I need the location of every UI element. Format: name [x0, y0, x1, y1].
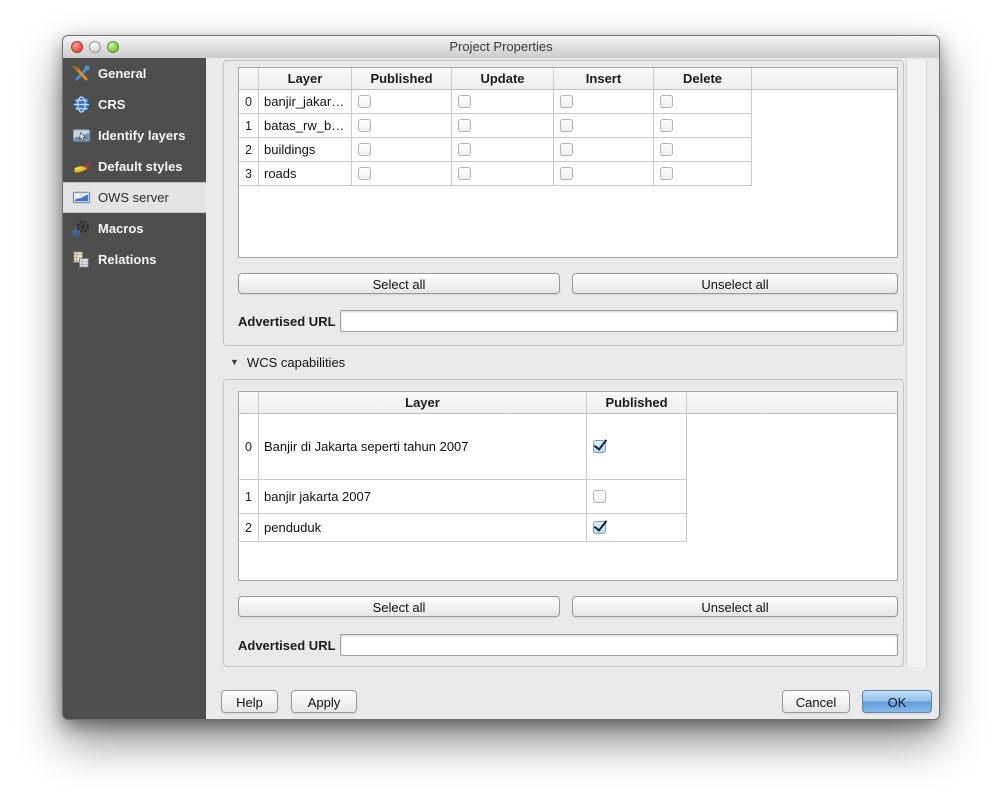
- wfs-advertised-url-label: Advertised URL: [238, 314, 336, 329]
- row-number: 0: [239, 414, 259, 480]
- apply-button[interactable]: Apply: [291, 690, 357, 713]
- crs-icon: [71, 95, 91, 115]
- collapse-arrow-icon[interactable]: ▼: [230, 357, 239, 367]
- insert-checkbox[interactable]: [560, 167, 573, 180]
- help-button[interactable]: Help: [221, 690, 278, 713]
- table-row[interactable]: 0 banjir_jakar…: [239, 90, 752, 114]
- layer-name-cell: buildings: [259, 138, 352, 162]
- sidebar-item-label: General: [98, 66, 146, 81]
- delete-checkbox[interactable]: [660, 167, 673, 180]
- table-row[interactable]: 1 batas_rw_b…: [239, 114, 752, 138]
- default-styles-icon: [71, 157, 91, 177]
- sidebar-item-macros[interactable]: Macros: [63, 213, 206, 244]
- delete-checkbox[interactable]: [660, 143, 673, 156]
- table-row[interactable]: 2 buildings: [239, 138, 752, 162]
- layer-name-cell: batas_rw_b…: [259, 114, 352, 138]
- wfs-advertised-url-input[interactable]: [340, 310, 898, 332]
- published-checkbox[interactable]: [593, 521, 606, 534]
- row-number: 0: [239, 90, 259, 114]
- table-row[interactable]: 1 banjir jakarta 2007: [239, 480, 687, 514]
- wfs-unselect-all-button[interactable]: Unselect all: [572, 273, 898, 294]
- sidebar-item-relations[interactable]: Relations: [63, 244, 206, 275]
- wcs-advertised-url-input[interactable]: [340, 634, 898, 656]
- wfs-table-header: Layer Published Update Insert Delete: [239, 68, 897, 90]
- identify-layers-icon: [71, 126, 91, 146]
- sidebar-item-identify-layers[interactable]: Identify layers: [63, 120, 206, 151]
- sidebar-item-label: Identify layers: [98, 128, 185, 143]
- published-checkbox[interactable]: [358, 95, 371, 108]
- insert-checkbox[interactable]: [560, 119, 573, 132]
- column-header-insert[interactable]: Insert: [554, 68, 654, 90]
- row-number: 2: [239, 138, 259, 162]
- wcs-unselect-all-button[interactable]: Unselect all: [572, 596, 898, 617]
- desktop-background: Project Properties General: [0, 0, 996, 800]
- ows-server-icon: [71, 188, 91, 208]
- sidebar-item-label: Default styles: [98, 159, 183, 174]
- dialog-body: General CRS: [63, 58, 939, 719]
- row-number: 2: [239, 514, 259, 542]
- update-checkbox[interactable]: [458, 167, 471, 180]
- general-icon: [71, 64, 91, 84]
- update-checkbox[interactable]: [458, 143, 471, 156]
- update-checkbox[interactable]: [458, 119, 471, 132]
- published-checkbox[interactable]: [358, 143, 371, 156]
- header-filler: [752, 68, 897, 90]
- relations-icon: [71, 250, 91, 270]
- column-header-published[interactable]: Published: [587, 392, 687, 414]
- header-filler: [687, 392, 897, 414]
- sidebar-item-general[interactable]: General: [63, 58, 206, 89]
- delete-checkbox[interactable]: [660, 119, 673, 132]
- corner-header-cell: [239, 392, 259, 414]
- row-number: 1: [239, 480, 259, 514]
- published-checkbox[interactable]: [358, 119, 371, 132]
- wfs-layers-table: Layer Published Update Insert Delete 0 b…: [238, 67, 898, 258]
- column-header-layer[interactable]: Layer: [259, 68, 352, 90]
- insert-checkbox[interactable]: [560, 95, 573, 108]
- table-row[interactable]: 0 Banjir di Jakarta seperti tahun 2007: [239, 414, 687, 480]
- sidebar-item-label: CRS: [98, 97, 125, 112]
- scrollbar-track[interactable]: [906, 60, 927, 667]
- titlebar[interactable]: Project Properties: [63, 36, 939, 59]
- layer-name-cell: Banjir di Jakarta seperti tahun 2007: [259, 414, 587, 480]
- sidebar-item-default-styles[interactable]: Default styles: [63, 151, 206, 182]
- column-header-update[interactable]: Update: [452, 68, 554, 90]
- project-properties-dialog: Project Properties General: [62, 35, 940, 720]
- layer-name-cell: banjir jakarta 2007: [259, 480, 587, 514]
- wcs-advertised-url-label: Advertised URL: [238, 638, 336, 653]
- column-header-published[interactable]: Published: [352, 68, 452, 90]
- wcs-layers-table: Layer Published 0 Banjir di Jakarta sepe…: [238, 391, 898, 581]
- sidebar-item-ows-server[interactable]: OWS server: [63, 182, 206, 213]
- sidebar-item-label: Macros: [98, 221, 144, 236]
- row-number: 1: [239, 114, 259, 138]
- column-header-layer[interactable]: Layer: [259, 392, 587, 414]
- published-checkbox[interactable]: [358, 167, 371, 180]
- insert-checkbox[interactable]: [560, 143, 573, 156]
- macros-icon: [71, 219, 91, 239]
- corner-header-cell: [239, 68, 259, 90]
- wcs-capabilities-section-header[interactable]: ▼ WCS capabilities: [230, 354, 345, 370]
- sidebar-item-label: Relations: [98, 252, 157, 267]
- layer-name-cell: roads: [259, 162, 352, 186]
- wcs-capabilities-title: WCS capabilities: [247, 355, 345, 370]
- table-row[interactable]: 3 roads: [239, 162, 752, 186]
- window-title: Project Properties: [63, 36, 939, 58]
- table-row[interactable]: 2 penduduk: [239, 514, 687, 542]
- published-checkbox[interactable]: [593, 440, 606, 453]
- published-checkbox[interactable]: [593, 490, 606, 503]
- layer-name-cell: penduduk: [259, 514, 587, 542]
- wcs-select-all-button[interactable]: Select all: [238, 596, 560, 617]
- delete-checkbox[interactable]: [660, 95, 673, 108]
- ok-button[interactable]: OK: [862, 690, 932, 713]
- sidebar-item-crs[interactable]: CRS: [63, 89, 206, 120]
- layer-name-cell: banjir_jakar…: [259, 90, 352, 114]
- wfs-select-all-button[interactable]: Select all: [238, 273, 560, 294]
- sidebar: General CRS: [63, 58, 207, 719]
- column-header-delete[interactable]: Delete: [654, 68, 752, 90]
- wcs-table-header: Layer Published: [239, 392, 897, 414]
- ows-server-page: Layer Published Update Insert Delete 0 b…: [206, 58, 939, 719]
- sidebar-item-label: OWS server: [98, 190, 169, 205]
- cancel-button[interactable]: Cancel: [782, 690, 850, 713]
- row-number: 3: [239, 162, 259, 186]
- update-checkbox[interactable]: [458, 95, 471, 108]
